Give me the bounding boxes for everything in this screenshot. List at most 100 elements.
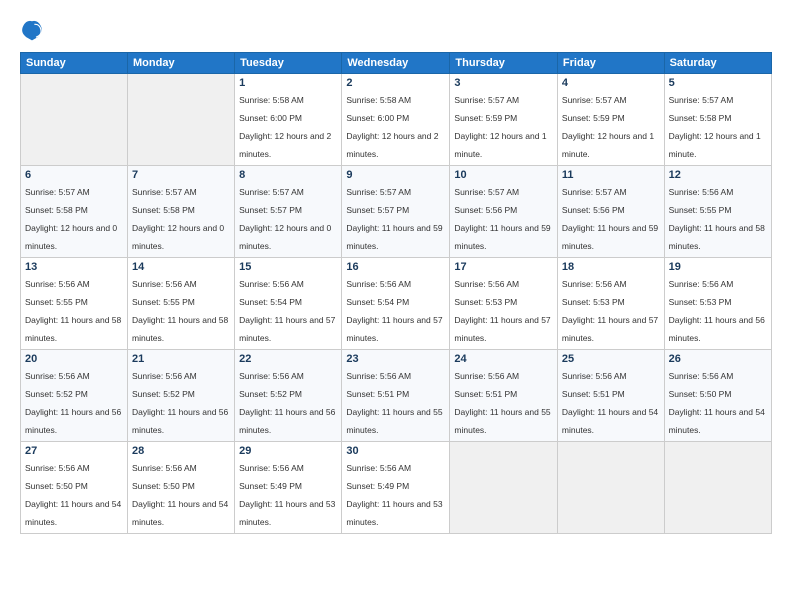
day-detail: Sunrise: 5:57 AMSunset: 5:59 PMDaylight:… xyxy=(454,95,546,159)
day-detail: Sunrise: 5:56 AMSunset: 5:55 PMDaylight:… xyxy=(669,187,765,251)
day-detail: Sunrise: 5:57 AMSunset: 5:57 PMDaylight:… xyxy=(346,187,442,251)
day-detail: Sunrise: 5:58 AMSunset: 6:00 PMDaylight:… xyxy=(239,95,331,159)
calendar-cell: 22 Sunrise: 5:56 AMSunset: 5:52 PMDayligh… xyxy=(235,350,342,442)
day-number: 16 xyxy=(346,261,445,273)
calendar-cell: 14 Sunrise: 5:56 AMSunset: 5:55 PMDayligh… xyxy=(128,258,235,350)
day-number: 4 xyxy=(562,77,660,89)
day-detail: Sunrise: 5:57 AMSunset: 5:57 PMDaylight:… xyxy=(239,187,331,251)
calendar-cell: 30 Sunrise: 5:56 AMSunset: 5:49 PMDayligh… xyxy=(342,442,450,534)
calendar-cell: 12 Sunrise: 5:56 AMSunset: 5:55 PMDayligh… xyxy=(664,166,771,258)
day-number: 26 xyxy=(669,353,767,365)
calendar-cell: 3 Sunrise: 5:57 AMSunset: 5:59 PMDaylight… xyxy=(450,74,558,166)
calendar-cell: 16 Sunrise: 5:56 AMSunset: 5:54 PMDayligh… xyxy=(342,258,450,350)
logo-icon xyxy=(20,18,44,42)
day-number: 11 xyxy=(562,169,660,181)
calendar-cell: 6 Sunrise: 5:57 AMSunset: 5:58 PMDaylight… xyxy=(21,166,128,258)
day-detail: Sunrise: 5:57 AMSunset: 5:58 PMDaylight:… xyxy=(132,187,224,251)
weekday-header-row: Sunday Monday Tuesday Wednesday Thursday… xyxy=(21,53,772,74)
calendar-cell: 29Sunrise: 5:56 AMSunset: 5:49 PMDayligh… xyxy=(235,442,342,534)
day-number: 5 xyxy=(669,77,767,89)
day-detail: Sunrise: 5:56 AMSunset: 5:54 PMDaylight:… xyxy=(239,279,335,343)
calendar-cell xyxy=(128,74,235,166)
day-detail: Sunrise: 5:56 AMSunset: 5:54 PMDaylight:… xyxy=(346,279,442,343)
day-detail: Sunrise: 5:56 AMSunset: 5:53 PMDaylight:… xyxy=(562,279,658,343)
header-friday: Friday xyxy=(557,53,664,74)
day-number: 9 xyxy=(346,169,445,181)
day-number: 20 xyxy=(25,353,123,365)
calendar-cell xyxy=(664,442,771,534)
day-detail: Sunrise: 5:56 AMSunset: 5:55 PMDaylight:… xyxy=(25,279,121,343)
header-thursday: Thursday xyxy=(450,53,558,74)
day-number: 12 xyxy=(669,169,767,181)
calendar-cell: 7 Sunrise: 5:57 AMSunset: 5:58 PMDaylight… xyxy=(128,166,235,258)
calendar-cell: 21Sunrise: 5:56 AMSunset: 5:52 PMDayligh… xyxy=(128,350,235,442)
day-detail: Sunrise: 5:57 AMSunset: 5:56 PMDaylight:… xyxy=(562,187,658,251)
calendar-cell: 13 Sunrise: 5:56 AMSunset: 5:55 PMDayligh… xyxy=(21,258,128,350)
calendar-cell: 1 Sunrise: 5:58 AMSunset: 6:00 PMDaylight… xyxy=(235,74,342,166)
day-detail: Sunrise: 5:56 AMSunset: 5:52 PMDaylight:… xyxy=(132,371,228,435)
day-detail: Sunrise: 5:56 AMSunset: 5:51 PMDaylight:… xyxy=(562,371,658,435)
day-number: 30 xyxy=(346,445,445,457)
day-detail: Sunrise: 5:57 AMSunset: 5:59 PMDaylight:… xyxy=(562,95,654,159)
day-number: 22 xyxy=(239,353,337,365)
calendar-cell xyxy=(557,442,664,534)
calendar-cell: 8 Sunrise: 5:57 AMSunset: 5:57 PMDaylight… xyxy=(235,166,342,258)
calendar-cell: 17 Sunrise: 5:56 AMSunset: 5:53 PMDayligh… xyxy=(450,258,558,350)
calendar-cell: 27 Sunrise: 5:56 AMSunset: 5:50 PMDayligh… xyxy=(21,442,128,534)
day-detail: Sunrise: 5:56 AMSunset: 5:51 PMDaylight:… xyxy=(454,371,550,435)
day-number: 18 xyxy=(562,261,660,273)
calendar-cell: 26 Sunrise: 5:56 AMSunset: 5:50 PMDayligh… xyxy=(664,350,771,442)
day-detail: Sunrise: 5:57 AMSunset: 5:56 PMDaylight:… xyxy=(454,187,550,251)
calendar-cell: 10Sunrise: 5:57 AMSunset: 5:56 PMDayligh… xyxy=(450,166,558,258)
calendar-cell: 28 Sunrise: 5:56 AMSunset: 5:50 PMDayligh… xyxy=(128,442,235,534)
header-saturday: Saturday xyxy=(664,53,771,74)
day-detail: Sunrise: 5:57 AMSunset: 5:58 PMDaylight:… xyxy=(669,95,761,159)
day-number: 19 xyxy=(669,261,767,273)
day-number: 7 xyxy=(132,169,230,181)
day-number: 13 xyxy=(25,261,123,273)
calendar-cell: 11 Sunrise: 5:57 AMSunset: 5:56 PMDayligh… xyxy=(557,166,664,258)
day-number: 14 xyxy=(132,261,230,273)
calendar-cell: 23 Sunrise: 5:56 AMSunset: 5:51 PMDayligh… xyxy=(342,350,450,442)
calendar-cell: 25 Sunrise: 5:56 AMSunset: 5:51 PMDayligh… xyxy=(557,350,664,442)
calendar-cell: 20Sunrise: 5:56 AMSunset: 5:52 PMDayligh… xyxy=(21,350,128,442)
day-number: 8 xyxy=(239,169,337,181)
logo xyxy=(20,18,48,42)
day-number: 3 xyxy=(454,77,553,89)
day-number: 23 xyxy=(346,353,445,365)
day-number: 25 xyxy=(562,353,660,365)
calendar-cell: 2 Sunrise: 5:58 AMSunset: 6:00 PMDaylight… xyxy=(342,74,450,166)
day-number: 28 xyxy=(132,445,230,457)
calendar-cell xyxy=(450,442,558,534)
day-detail: Sunrise: 5:56 AMSunset: 5:52 PMDaylight:… xyxy=(239,371,335,435)
day-detail: Sunrise: 5:56 AMSunset: 5:49 PMDaylight:… xyxy=(239,463,335,527)
day-number: 2 xyxy=(346,77,445,89)
day-number: 1 xyxy=(239,77,337,89)
day-detail: Sunrise: 5:56 AMSunset: 5:50 PMDaylight:… xyxy=(669,371,765,435)
day-detail: Sunrise: 5:56 AMSunset: 5:50 PMDaylight:… xyxy=(132,463,228,527)
calendar-cell: 4 Sunrise: 5:57 AMSunset: 5:59 PMDaylight… xyxy=(557,74,664,166)
calendar-cell xyxy=(21,74,128,166)
header-sunday: Sunday xyxy=(21,53,128,74)
day-number: 27 xyxy=(25,445,123,457)
day-detail: Sunrise: 5:56 AMSunset: 5:50 PMDaylight:… xyxy=(25,463,121,527)
day-detail: Sunrise: 5:58 AMSunset: 6:00 PMDaylight:… xyxy=(346,95,438,159)
header-wednesday: Wednesday xyxy=(342,53,450,74)
day-detail: Sunrise: 5:56 AMSunset: 5:53 PMDaylight:… xyxy=(454,279,550,343)
calendar-cell: 18 Sunrise: 5:56 AMSunset: 5:53 PMDayligh… xyxy=(557,258,664,350)
day-detail: Sunrise: 5:56 AMSunset: 5:55 PMDaylight:… xyxy=(132,279,228,343)
calendar-cell: 9 Sunrise: 5:57 AMSunset: 5:57 PMDaylight… xyxy=(342,166,450,258)
calendar-cell: 24 Sunrise: 5:56 AMSunset: 5:51 PMDayligh… xyxy=(450,350,558,442)
day-detail: Sunrise: 5:56 AMSunset: 5:51 PMDaylight:… xyxy=(346,371,442,435)
calendar-cell: 19 Sunrise: 5:56 AMSunset: 5:53 PMDayligh… xyxy=(664,258,771,350)
day-number: 15 xyxy=(239,261,337,273)
calendar-cell: 15 Sunrise: 5:56 AMSunset: 5:54 PMDayligh… xyxy=(235,258,342,350)
day-detail: Sunrise: 5:57 AMSunset: 5:58 PMDaylight:… xyxy=(25,187,117,251)
day-detail: Sunrise: 5:56 AMSunset: 5:53 PMDaylight:… xyxy=(669,279,765,343)
header-tuesday: Tuesday xyxy=(235,53,342,74)
day-number: 17 xyxy=(454,261,553,273)
day-number: 24 xyxy=(454,353,553,365)
day-detail: Sunrise: 5:56 AMSunset: 5:49 PMDaylight:… xyxy=(346,463,442,527)
page: Sunday Monday Tuesday Wednesday Thursday… xyxy=(0,0,792,612)
day-number: 6 xyxy=(25,169,123,181)
